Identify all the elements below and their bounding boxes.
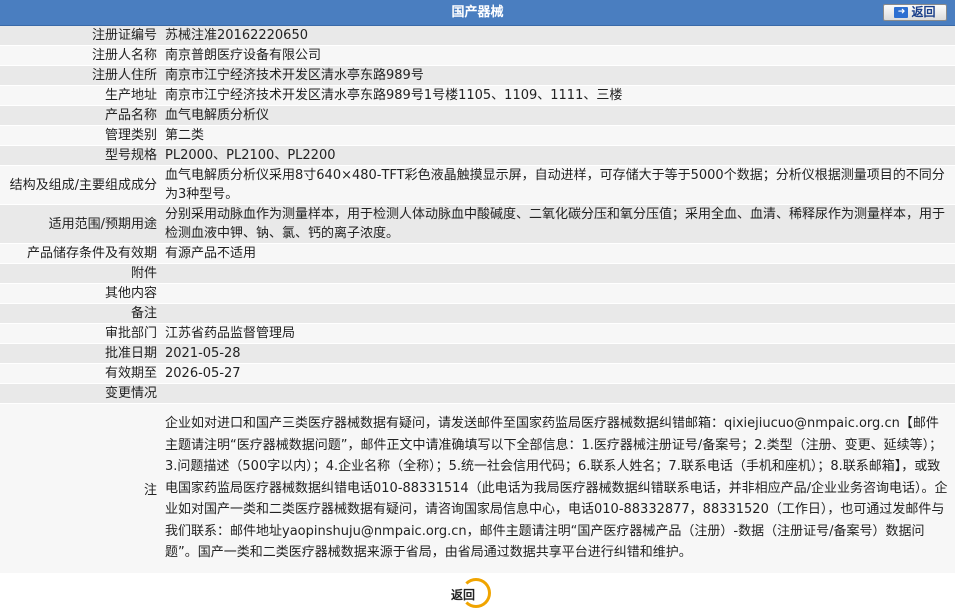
field-label: 型号规格: [0, 145, 161, 166]
detail-page: 国产器械 ➜ 返回 注册证编号 苏械注准20162220650 注册人名称 南京…: [0, 0, 955, 612]
field-value: [161, 283, 955, 304]
table-row: 注册人住所 南京市江宁经济技术开发区清水亭东路989号: [0, 65, 955, 86]
back-button-top-label: 返回: [911, 5, 936, 19]
table-row: 注册证编号 苏械注准20162220650: [0, 26, 955, 46]
field-label: 产品储存条件及有效期: [0, 243, 161, 264]
table-row: 审批部门 江苏省药品监督管理局: [0, 323, 955, 344]
field-value: 2021-05-28: [161, 343, 955, 364]
field-value: 血气电解质分析仪: [161, 105, 955, 126]
table-row: 适用范围/预期用途 分别采用动脉血作为测量样本，用于检测人体动脉血中酸碱度、二氧…: [0, 204, 955, 244]
note-text: 企业如对进口和国产三类医疗器械数据有疑问，请发送邮件至国家药监局医疗器械数据纠错…: [161, 403, 955, 574]
table-row: 注册人名称 南京普朗医疗设备有限公司: [0, 45, 955, 66]
field-label: 注册证编号: [0, 26, 161, 46]
field-label: 附件: [0, 263, 161, 284]
field-label: 注册人住所: [0, 65, 161, 86]
field-label: 备注: [0, 303, 161, 324]
table-row: 其他内容: [0, 283, 955, 304]
note-row: 注 企业如对进口和国产三类医疗器械数据有疑问，请发送邮件至国家药监局医疗器械数据…: [0, 403, 955, 574]
back-button-bottom[interactable]: 返回: [447, 578, 497, 608]
back-button-bottom-label: 返回: [451, 588, 476, 602]
field-value: 南京市江宁经济技术开发区清水亭东路989号1号楼1105、1109、1111、三…: [161, 85, 955, 106]
back-button-top[interactable]: ➜ 返回: [883, 4, 947, 21]
table-row: 型号规格 PL2000、PL2100、PL2200: [0, 145, 955, 166]
table-row: 变更情况: [0, 383, 955, 404]
field-value: 分别采用动脉血作为测量样本，用于检测人体动脉血中酸碱度、二氧化碳分压和氧分压值；…: [161, 204, 955, 244]
table-row: 管理类别 第二类: [0, 125, 955, 146]
note-label: 注: [0, 403, 161, 574]
field-label: 生产地址: [0, 85, 161, 106]
field-value: 南京市江宁经济技术开发区清水亭东路989号: [161, 65, 955, 86]
field-label: 变更情况: [0, 383, 161, 404]
table-row: 产品储存条件及有效期 有源产品不适用: [0, 243, 955, 264]
table-row: 产品名称 血气电解质分析仪: [0, 105, 955, 126]
field-value: PL2000、PL2100、PL2200: [161, 145, 955, 166]
table-row: 批准日期 2021-05-28: [0, 343, 955, 364]
field-label: 适用范围/预期用途: [0, 204, 161, 244]
field-label: 审批部门: [0, 323, 161, 344]
field-value: 江苏省药品监督管理局: [161, 323, 955, 344]
field-value: 血气电解质分析仪采用8寸640×480-TFT彩色液晶触摸显示屏，自动进样，可存…: [161, 165, 955, 205]
detail-table: 注册证编号 苏械注准20162220650 注册人名称 南京普朗医疗设备有限公司…: [0, 26, 955, 574]
field-value: [161, 303, 955, 324]
field-value: 南京普朗医疗设备有限公司: [161, 45, 955, 66]
field-value: 第二类: [161, 125, 955, 146]
header-bar: 国产器械 ➜ 返回: [0, 0, 955, 26]
page-title: 国产器械: [451, 5, 504, 20]
field-value: [161, 263, 955, 284]
table-row: 生产地址 南京市江宁经济技术开发区清水亭东路989号1号楼1105、1109、1…: [0, 85, 955, 106]
field-value: 苏械注准20162220650: [161, 26, 955, 46]
field-label: 有效期至: [0, 363, 161, 384]
footer-bar: 返回: [0, 574, 955, 612]
back-arrow-icon: ➜: [894, 7, 909, 18]
table-row: 附件: [0, 263, 955, 284]
field-label: 其他内容: [0, 283, 161, 304]
field-label: 产品名称: [0, 105, 161, 126]
table-row: 备注: [0, 303, 955, 324]
field-label: 批准日期: [0, 343, 161, 364]
field-value: 2026-05-27: [161, 363, 955, 384]
field-value: 有源产品不适用: [161, 243, 955, 264]
field-label: 结构及组成/主要组成成分: [0, 165, 161, 205]
field-label: 注册人名称: [0, 45, 161, 66]
table-row: 有效期至 2026-05-27: [0, 363, 955, 384]
field-value: [161, 383, 955, 404]
field-label: 管理类别: [0, 125, 161, 146]
table-row: 结构及组成/主要组成成分 血气电解质分析仪采用8寸640×480-TFT彩色液晶…: [0, 165, 955, 205]
